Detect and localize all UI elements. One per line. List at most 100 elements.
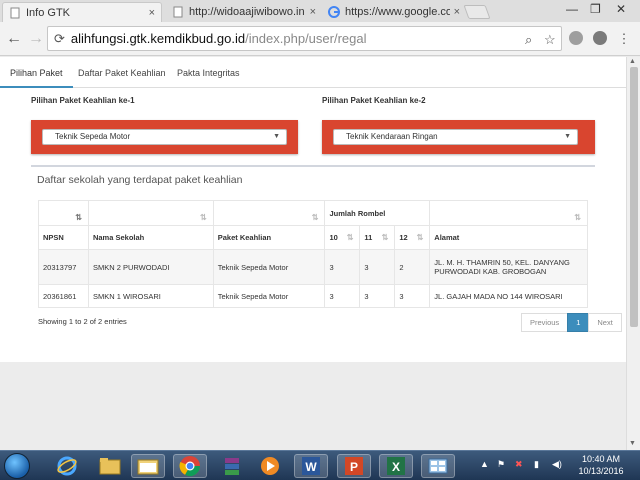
sort-icon: ⇅: [311, 213, 319, 222]
browser-tab-widoaajiwibowo[interactable]: http://widoaajiwibowo.in ×: [166, 2, 322, 22]
file-explorer-icon[interactable]: [93, 454, 127, 478]
choice2-box: Teknik Kendaraan Ringan ▼: [322, 120, 595, 154]
cell-npsn: 20361861: [38, 284, 89, 308]
header-blank-nama[interactable]: ⇅: [87, 200, 214, 226]
close-tab-icon[interactable]: ×: [149, 7, 155, 19]
word-icon[interactable]: W: [294, 454, 328, 478]
tab-pakta-integritas[interactable]: Pakta Integritas: [167, 57, 250, 88]
close-window-icon[interactable]: ✕: [616, 2, 626, 16]
menu-icon[interactable]: ⋮: [614, 29, 634, 49]
choice1-box: Teknik Sepeda Motor ▼: [31, 120, 298, 154]
browser-tab-google[interactable]: https://www.google.co.id ×: [322, 2, 466, 22]
volume-icon[interactable]: ◀): [552, 459, 562, 470]
table-row: 20361861 SMKN 1 WIROSARI Teknik Sepeda M…: [38, 284, 588, 308]
svg-text:X: X: [392, 460, 400, 474]
previous-page-button[interactable]: Previous: [521, 313, 569, 332]
page-scrollbar[interactable]: ▲ ▼: [626, 57, 640, 450]
caret-down-icon: ▼: [564, 133, 571, 140]
close-tab-icon[interactable]: ×: [310, 6, 316, 18]
clock-time: 10:40 AM: [581, 454, 621, 464]
show-hidden-icons-icon[interactable]: ▲: [480, 459, 489, 469]
header-paket-keahlian[interactable]: Paket Keahlian: [212, 225, 326, 250]
file-explorer-icon[interactable]: [131, 454, 165, 478]
chrome-icon[interactable]: [173, 454, 207, 478]
winrar-icon[interactable]: [215, 454, 249, 478]
table-row: 20313797 SMKN 2 PURWODADI Teknik Sepeda …: [38, 249, 588, 285]
choice2-label: Pilihan Paket Keahlian ke-2: [322, 96, 426, 105]
google-icon: [328, 6, 340, 18]
cell-alamat: JL. M. H. THAMRIN 50, KEL. DANYANG PURWO…: [429, 249, 588, 285]
control-panel-icon[interactable]: [421, 454, 455, 478]
school-table: ⇅ ⇅ ⇅ Jumlah Rombel ⇅ NPSN Nama Sekolah …: [38, 200, 588, 308]
media-player-icon[interactable]: [253, 454, 287, 478]
browser-tab-title: Info GTK: [26, 6, 71, 19]
header-blank-alamat[interactable]: ⇅: [429, 200, 588, 226]
header-alamat[interactable]: Alamat: [429, 225, 588, 250]
clock-date: 10/13/2016: [578, 466, 624, 476]
new-tab-button[interactable]: [463, 5, 491, 19]
cell-r10: 3: [324, 284, 361, 308]
extension-icon[interactable]: [593, 31, 607, 45]
reload-icon[interactable]: ⟳: [54, 31, 65, 47]
zoom-search-icon[interactable]: ⌕: [525, 32, 532, 48]
svg-text:P: P: [350, 460, 358, 474]
sort-icon: ⇅: [574, 213, 581, 222]
excel-icon[interactable]: X: [379, 454, 413, 478]
network-error-icon[interactable]: ✖: [515, 459, 523, 470]
scroll-thumb[interactable]: [630, 67, 638, 327]
maximize-icon[interactable]: ❐: [590, 2, 601, 16]
svg-text:W: W: [305, 460, 317, 474]
cell-nama: SMKN 1 WIROSARI: [87, 284, 214, 308]
page-content: Pilihan Paket Daftar Paket Keahlian Pakt…: [0, 57, 626, 450]
document-icon: [10, 7, 20, 18]
browser-tab-info-gtk[interactable]: Info GTK ×: [2, 2, 162, 22]
tab-pilihan-paket[interactable]: Pilihan Paket: [0, 57, 73, 88]
page-tabs: Pilihan Paket Daftar Paket Keahlian Pakt…: [0, 57, 626, 88]
signal-icon[interactable]: ▮: [534, 459, 539, 470]
close-tab-icon[interactable]: ×: [454, 6, 460, 18]
start-button[interactable]: [4, 453, 30, 479]
header-npsn[interactable]: NPSN: [38, 225, 89, 250]
table-info: Showing 1 to 2 of 2 entries: [38, 317, 127, 326]
cell-r12: 2: [394, 249, 431, 285]
page-1-button[interactable]: 1: [567, 313, 590, 332]
cell-npsn: 20313797: [38, 249, 89, 285]
powerpoint-icon[interactable]: P: [337, 454, 371, 478]
sort-icon: ⇅: [346, 233, 354, 242]
choice2-select[interactable]: Teknik Kendaraan Ringan ▼: [333, 129, 578, 145]
cell-nama: SMKN 2 PURWODADI: [87, 249, 214, 285]
choice1-label: Pilihan Paket Keahlian ke-1: [31, 96, 135, 105]
cell-paket: Teknik Sepeda Motor: [212, 284, 326, 308]
header-blank-paket[interactable]: ⇅: [212, 200, 326, 226]
header-nama-sekolah[interactable]: Nama Sekolah: [87, 225, 214, 250]
cell-alamat: JL. GAJAH MADA NO 144 WIROSARI: [429, 284, 588, 308]
forward-arrow-icon[interactable]: →: [26, 29, 46, 49]
cell-r11: 3: [359, 284, 396, 308]
school-list-panel: Daftar sekolah yang terdapat paket keahl…: [31, 165, 622, 341]
flag-icon[interactable]: ⚑: [497, 459, 505, 470]
header-rombel-12[interactable]: 12 ⇅: [394, 225, 431, 250]
sort-icon: ⇅: [381, 233, 389, 242]
bookmark-star-icon[interactable]: ☆: [544, 32, 556, 48]
panel-title: Daftar sekolah yang terdapat paket keahl…: [37, 174, 243, 186]
tab-daftar-paket-keahlian[interactable]: Daftar Paket Keahlian: [68, 57, 176, 88]
scroll-up-icon[interactable]: ▲: [629, 58, 636, 65]
cell-r10: 3: [324, 249, 361, 285]
header-rombel-10[interactable]: 10 ⇅: [324, 225, 361, 250]
cell-r12: 3: [394, 284, 431, 308]
extension-icon[interactable]: [569, 31, 583, 45]
document-icon: [173, 6, 183, 18]
back-arrow-icon[interactable]: ←: [4, 29, 24, 49]
cell-r11: 3: [359, 249, 396, 285]
internet-explorer-icon[interactable]: [50, 454, 84, 478]
header-rombel-11[interactable]: 11 ⇅: [359, 225, 396, 250]
header-blank-npsn[interactable]: ⇅: [38, 200, 89, 226]
choice1-select[interactable]: Teknik Sepeda Motor ▼: [42, 129, 287, 145]
caret-down-icon: ▼: [273, 133, 280, 140]
system-clock[interactable]: 10:40 AM 10/13/2016: [574, 453, 628, 477]
address-bar[interactable]: ⟳ alihfungsi.gtk.kemdikbud.go.id/index.p…: [47, 26, 562, 51]
next-page-button[interactable]: Next: [588, 313, 622, 332]
scroll-down-icon[interactable]: ▼: [629, 440, 636, 447]
browser-tab-strip: Info GTK × http://widoaajiwibowo.in × ht…: [0, 0, 640, 22]
minimize-icon[interactable]: —: [566, 2, 578, 16]
